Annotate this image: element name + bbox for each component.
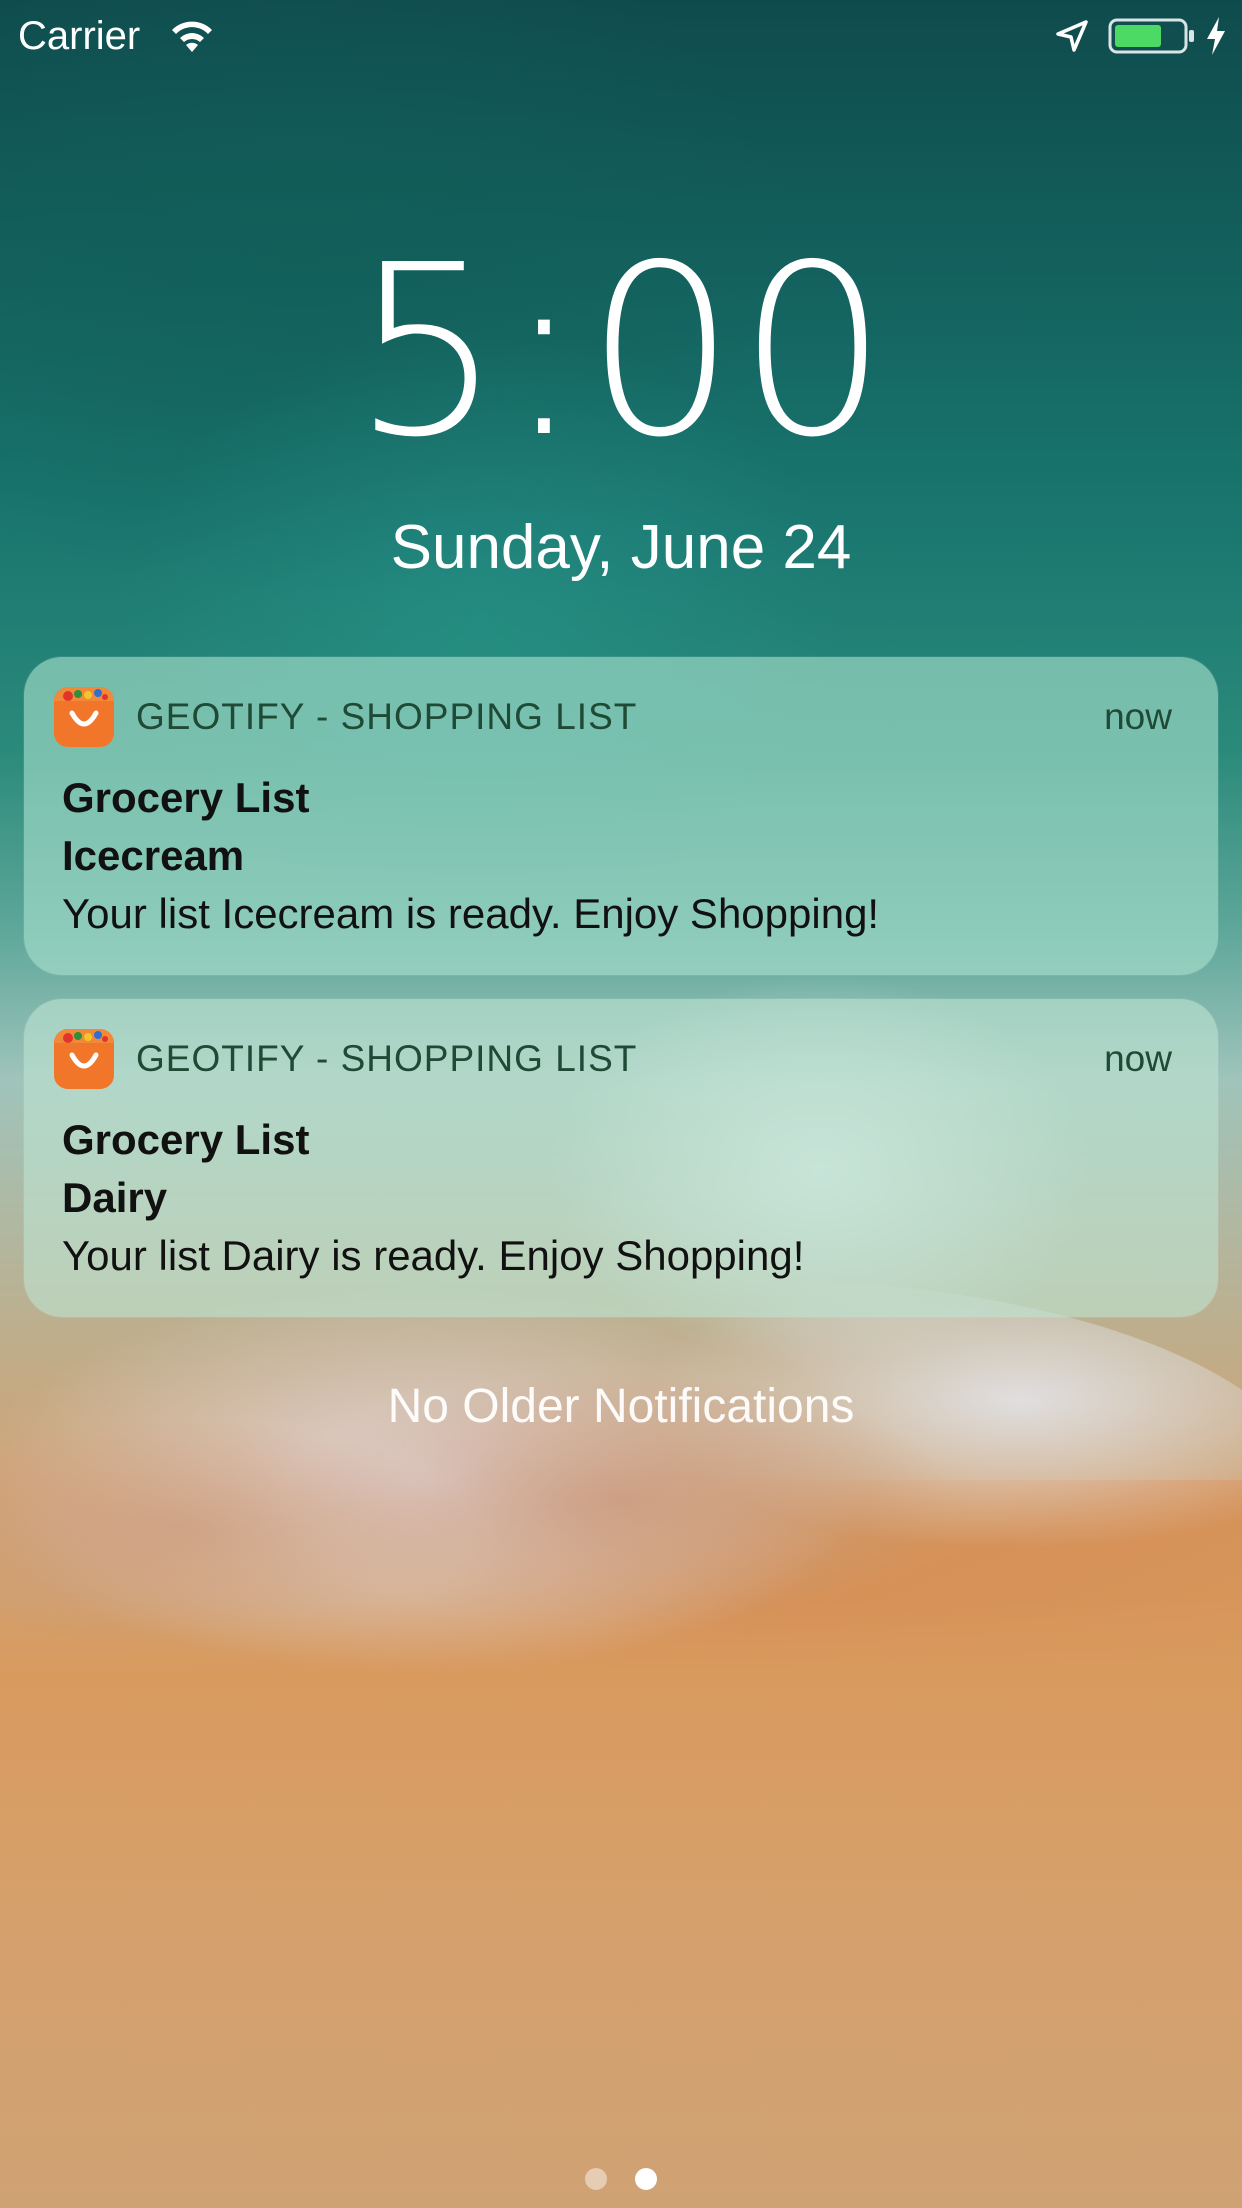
lock-screen: Carrier 5:00 Sunday, June 24 GEOTIFY - S… xyxy=(0,0,1242,2208)
notification-title: Grocery List xyxy=(62,1116,310,1163)
notification-time: now xyxy=(1104,696,1172,737)
charging-icon xyxy=(1204,14,1228,58)
wallpaper-surf xyxy=(0,1280,1242,1840)
notification-subtitle: Icecream xyxy=(62,832,245,879)
battery-icon xyxy=(1108,16,1196,56)
no-older-notifications-label: No Older Notifications xyxy=(387,1380,855,1433)
notification-body: Your list Icecream is ready. Enjoy Shopp… xyxy=(62,890,880,937)
notification-app-name: GEOTIFY - SHOPPING LIST xyxy=(136,696,638,737)
notification-card[interactable]: GEOTIFY - SHOPPING LIST now Grocery List… xyxy=(24,657,1218,975)
lock-screen-date: Sunday, June 24 xyxy=(390,513,852,582)
wifi-icon xyxy=(168,16,216,56)
notification-time: now xyxy=(1104,1038,1172,1079)
notification-body: Your list Dairy is ready. Enjoy Shopping… xyxy=(62,1232,805,1279)
notification-app-name: GEOTIFY - SHOPPING LIST xyxy=(136,1038,638,1079)
location-icon xyxy=(1054,16,1090,56)
page-dot[interactable] xyxy=(585,2168,607,2190)
carrier-label: Carrier xyxy=(18,14,141,58)
lock-screen-time: 5:00 xyxy=(352,214,890,489)
notification-title: Grocery List xyxy=(62,774,310,821)
shopping-bag-icon xyxy=(54,687,114,747)
page-indicator[interactable] xyxy=(0,2168,1242,2192)
page-dot-current[interactable] xyxy=(635,2168,657,2190)
status-bar: Carrier xyxy=(0,0,1242,72)
notification-subtitle: Dairy xyxy=(62,1174,168,1221)
shopping-bag-icon xyxy=(54,1029,114,1089)
notification-card[interactable]: GEOTIFY - SHOPPING LIST now Grocery List… xyxy=(24,999,1218,1317)
